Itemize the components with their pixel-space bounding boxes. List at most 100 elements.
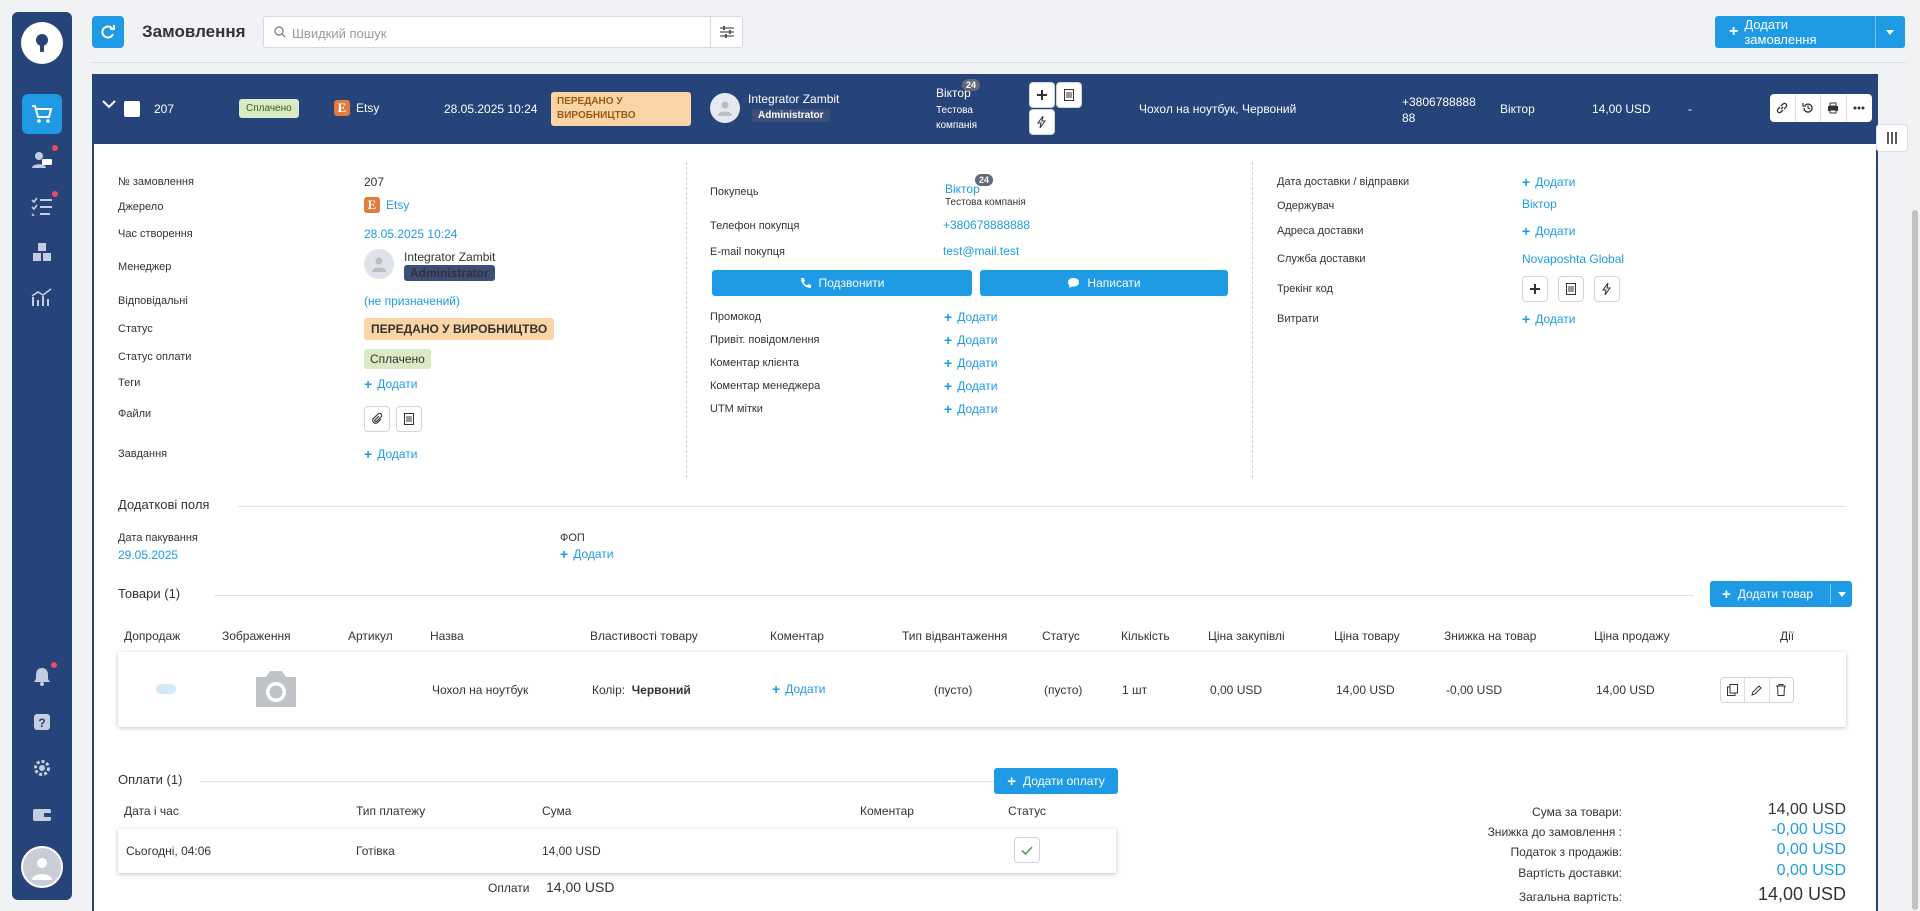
call-button[interactable]: Подзвонити xyxy=(712,270,972,296)
add-order-dropdown-icon[interactable] xyxy=(1876,29,1905,35)
columns-toggle-icon[interactable] xyxy=(1876,124,1908,152)
chat-icon xyxy=(1068,278,1080,288)
wallet-icon[interactable] xyxy=(22,794,62,834)
help-icon[interactable]: ? xyxy=(22,702,62,742)
lightning-button[interactable] xyxy=(1029,109,1055,135)
add-greeting-link[interactable]: + Додати xyxy=(944,332,997,348)
detail-source[interactable]: E Etsy xyxy=(364,197,409,213)
add-client-comment-link[interactable]: + Додати xyxy=(944,355,997,371)
scrollbar-track[interactable] xyxy=(1910,0,1920,911)
delete-trash-icon[interactable] xyxy=(1770,678,1793,702)
logo-icon[interactable] xyxy=(21,22,63,64)
add-tracking-code-button[interactable] xyxy=(1522,276,1548,302)
tracking-lightning-button[interactable] xyxy=(1594,276,1620,302)
add-task-link[interactable]: + Додати xyxy=(364,446,417,462)
delivery-service-link[interactable]: Novaposhta Global xyxy=(1522,252,1624,266)
warehouse-icon[interactable] xyxy=(22,232,62,272)
add-product-comment-link[interactable]: + Додати xyxy=(772,681,825,697)
ship-type-value[interactable]: (пусто) xyxy=(934,683,972,697)
pack-date-value[interactable]: 29.05.2025 xyxy=(118,548,178,562)
settings-gear-icon[interactable] xyxy=(22,748,62,788)
search-input[interactable] xyxy=(292,23,692,43)
scrollbar-thumb[interactable] xyxy=(1912,210,1918,910)
summary-delivery-value[interactable]: 0,00 USD xyxy=(1716,862,1846,880)
buyer-company-detail: Тестова компанія xyxy=(945,197,1026,208)
plus-icon: + xyxy=(1522,223,1531,239)
collapse-chevron-icon[interactable] xyxy=(102,100,116,109)
print-icon[interactable] xyxy=(1821,94,1847,122)
document-button[interactable] xyxy=(1056,82,1082,108)
plus-icon: + xyxy=(772,681,781,697)
add-product-dropdown-icon[interactable] xyxy=(1830,584,1852,604)
customers-icon[interactable] xyxy=(22,140,62,180)
th-actions: Дії xyxy=(1780,629,1795,643)
payment-status-check-icon[interactable] xyxy=(1014,837,1040,863)
upsell-toggle[interactable] xyxy=(156,684,176,694)
add-product-button[interactable]: + Додати товар xyxy=(1710,581,1852,607)
add-expense-link[interactable]: + Додати xyxy=(1522,311,1575,327)
add-delivery-date-link[interactable]: + Додати xyxy=(1522,174,1575,190)
copy-icon[interactable] xyxy=(1721,678,1746,702)
recipient-name: Віктор xyxy=(1500,102,1535,116)
product-qty[interactable]: 1 шт xyxy=(1122,683,1147,697)
plus-icon: + xyxy=(1722,585,1731,603)
detail-source-link[interactable]: Etsy xyxy=(386,198,409,212)
product-discount[interactable]: -0,00 USD xyxy=(1446,683,1502,697)
summary-tax-value[interactable]: 0,00 USD xyxy=(1716,841,1846,859)
summary-discount-value[interactable]: -0,00 USD xyxy=(1716,821,1846,839)
add-address-link[interactable]: + Додати xyxy=(1522,223,1575,239)
tracking-document-button[interactable] xyxy=(1558,276,1584,302)
add-manager-comment-link[interactable]: + Додати xyxy=(944,378,997,394)
order-status-badge[interactable]: ПЕРЕДАНО У ВИРОБНИЦТВО xyxy=(551,92,691,126)
extra-fields-title: Додаткові поля xyxy=(118,497,210,512)
edit-pencil-icon[interactable] xyxy=(1745,678,1770,702)
refresh-button[interactable] xyxy=(92,16,124,48)
detail-status-badge[interactable]: ПЕРЕДАНО У ВИРОБНИЦТВО xyxy=(364,318,555,340)
product-actions xyxy=(1720,677,1794,703)
buyer-email-link[interactable]: test@mail.test xyxy=(943,244,1019,258)
add-tracking-button[interactable] xyxy=(1029,82,1055,108)
user-avatar[interactable] xyxy=(21,846,63,888)
product-summary: Чохол на ноутбук, Червоний xyxy=(1139,102,1297,116)
summary-discount-label: Знижка до замовлення : xyxy=(1487,825,1622,839)
label-tags: Теги xyxy=(118,377,141,389)
summary-delivery-label: Вартість доставки: xyxy=(1518,866,1622,880)
detail-created[interactable]: 28.05.2025 10:24 xyxy=(364,227,457,241)
notifications-bell-icon[interactable] xyxy=(22,656,62,696)
filter-settings-button[interactable] xyxy=(710,17,742,47)
select-order-checkbox[interactable] xyxy=(124,101,140,117)
buyer-link[interactable]: Віктор xyxy=(945,182,980,196)
order-source: E Etsy xyxy=(334,100,379,116)
add-utm-link[interactable]: + Додати xyxy=(944,401,997,417)
attach-file-button[interactable] xyxy=(364,406,390,432)
detail-manager-name[interactable]: Integrator Zambit xyxy=(404,250,495,264)
page-title: Замовлення xyxy=(142,22,246,41)
add-promo-link[interactable]: + Додати xyxy=(944,309,997,325)
product-price[interactable]: 14,00 USD xyxy=(1336,683,1395,697)
orders-cart-icon[interactable] xyxy=(22,94,62,134)
purchase-price[interactable]: 0,00 USD xyxy=(1210,683,1262,697)
write-message-button[interactable]: Написати xyxy=(980,270,1228,296)
analytics-icon[interactable] xyxy=(22,278,62,318)
product-property: Колір: Червоний xyxy=(592,683,691,697)
recipient-link[interactable]: Віктор xyxy=(1522,197,1557,211)
more-options-icon[interactable] xyxy=(1847,94,1873,122)
plus-icon: + xyxy=(944,332,953,348)
label-payment-status: Статус оплати xyxy=(118,351,192,363)
order-header-row[interactable]: 207 Сплачено E Etsy 28.05.2025 10:24 ПЕРЕ… xyxy=(94,76,1876,144)
add-tag-link[interactable]: + Додати xyxy=(364,376,417,392)
payment-row[interactable]: Сьогодні, 04:06 Готівка 14,00 USD xyxy=(118,829,1116,873)
add-order-button[interactable]: + Додати замовлення xyxy=(1715,16,1905,48)
add-payment-button[interactable]: + Додати оплату xyxy=(994,768,1118,794)
product-row: Чохол на ноутбук Колір: Червоний + Додати… xyxy=(118,652,1846,727)
detail-payment-badge: Сплачено xyxy=(364,349,431,369)
detail-responsible[interactable]: (не призначений) xyxy=(364,294,460,308)
file-document-button[interactable] xyxy=(396,406,422,432)
tasks-icon[interactable] xyxy=(22,186,62,226)
product-status-value[interactable]: (пусто) xyxy=(1044,683,1082,697)
history-icon[interactable] xyxy=(1796,94,1821,122)
order-actions xyxy=(1770,94,1872,122)
add-fop-link[interactable]: + Додати xyxy=(560,546,613,562)
link-icon[interactable] xyxy=(1770,94,1796,122)
buyer-phone-link[interactable]: +380678888888 xyxy=(943,218,1030,232)
